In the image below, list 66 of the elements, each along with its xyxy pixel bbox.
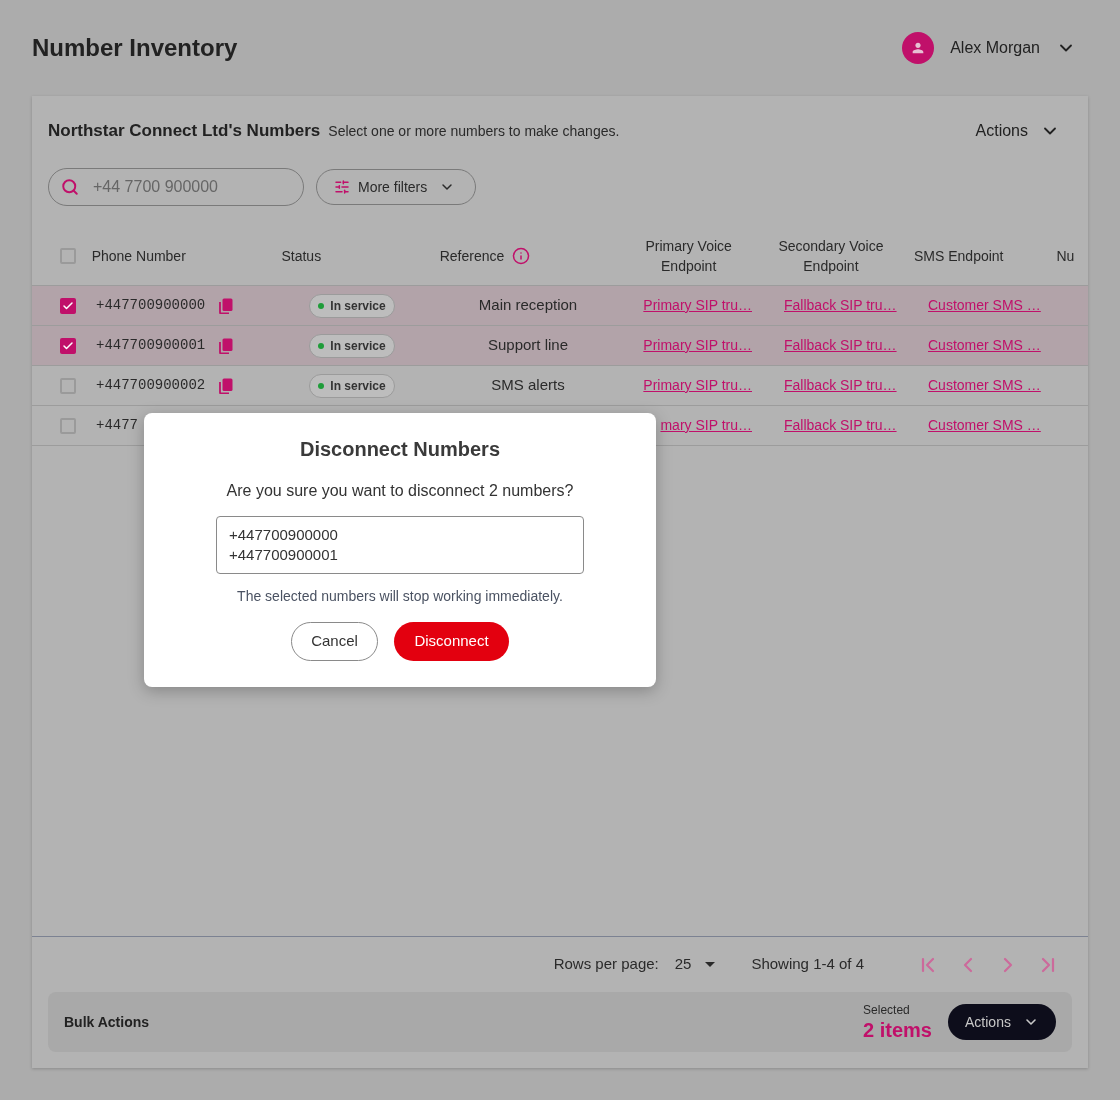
selected-count: 2 items	[863, 1018, 932, 1042]
row-checkbox[interactable]	[60, 297, 76, 314]
sms-endpoint-link[interactable]: Customer SMS …	[928, 295, 1041, 316]
primary-endpoint-link[interactable]: Primary SIP tru…	[643, 375, 752, 396]
phone-number: +447700900000	[96, 296, 206, 315]
phone-number: +4477	[96, 416, 138, 435]
copy-icon[interactable]	[219, 297, 234, 314]
page-title: Number Inventory	[32, 33, 238, 63]
search-icon	[61, 178, 79, 196]
search-field[interactable]: +44 7700 900000	[48, 168, 304, 206]
status-text: In service	[330, 297, 386, 315]
info-icon[interactable]	[512, 246, 531, 265]
rows-per-page-label: Rows per page:	[553, 954, 659, 975]
numbers-field: +447700900000 +447700900001	[216, 516, 584, 574]
selected-label: Selected	[863, 1002, 911, 1018]
sms-endpoint-link[interactable]: Customer SMS …	[928, 335, 1041, 356]
caret-icon	[705, 962, 716, 967]
disconnect-button[interactable]: Disconnect	[394, 622, 509, 661]
column-header: Secondary Voice Endpoint	[777, 236, 885, 276]
select-all-checkbox[interactable]	[60, 247, 76, 264]
table-row[interactable]: +447700900002 In service SMS alerts Primary SIP tru… Fallback SIP tru… Customer SMS …	[32, 366, 1088, 406]
row-checkbox[interactable]	[60, 337, 76, 354]
secondary-endpoint-link[interactable]: Fallback SIP tru…	[784, 295, 897, 316]
row-checkbox[interactable]	[60, 377, 76, 394]
panel-title: Northstar Connect Ltd's Numbers	[48, 120, 321, 142]
secondary-endpoint-link[interactable]: Fallback SIP tru…	[784, 415, 897, 436]
primary-endpoint-link[interactable]: Primary SIP tru…	[643, 295, 752, 316]
phone-number: +447700900001	[96, 336, 206, 355]
avatar-icon	[902, 32, 935, 64]
dialog-message: Are you sure you want to disconnect 2 numbers?	[226, 481, 574, 501]
sms-endpoint-link[interactable]: Customer SMS …	[928, 415, 1041, 436]
dialog-title: Disconnect Numbers	[299, 437, 501, 462]
secondary-endpoint-link[interactable]: Fallback SIP tru…	[784, 375, 897, 396]
row-checkbox[interactable]	[60, 417, 76, 434]
primary-endpoint-link[interactable]: Primary SIP tru…	[643, 335, 752, 356]
dialog-note: The selected numbers will stop working immediately.	[237, 587, 563, 606]
table-row[interactable]: +447700900000 In service Main reception Primary SIP tru… Fallback SIP tru… Customer SMS …	[32, 286, 1088, 326]
sms-endpoint-link[interactable]: Customer SMS …	[928, 375, 1041, 396]
check-icon	[62, 299, 74, 312]
column-header: Primary Voice Endpoint	[644, 236, 733, 276]
copy-icon[interactable]	[219, 337, 234, 354]
status-text: In service	[330, 377, 386, 395]
reference-text: Support line	[487, 335, 569, 356]
phone-number: +447700900002	[96, 376, 206, 395]
column-header: Reference	[439, 246, 505, 266]
actions-menu-button[interactable]: Actions	[975, 119, 1060, 143]
column-header: SMS Endpoint	[914, 246, 1004, 266]
panel-subtitle: Select one or more numbers to make changes.	[328, 122, 620, 141]
cancel-button[interactable]: Cancel	[291, 622, 378, 661]
column-header: Nu	[1056, 246, 1075, 266]
page-range-text: Showing 1-4 of 4	[751, 954, 864, 975]
primary-endpoint-link[interactable]: mary SIP tru…	[660, 415, 752, 436]
reference-text: Main reception	[478, 295, 578, 316]
reference-text: SMS alerts	[491, 375, 565, 396]
column-header: Phone Number	[91, 246, 186, 266]
column-header: Status	[281, 246, 322, 266]
rows-per-page-select[interactable]: 25	[674, 953, 716, 976]
bulk-actions-button[interactable]: Actions	[948, 1004, 1056, 1040]
secondary-endpoint-link[interactable]: Fallback SIP tru…	[784, 335, 897, 356]
bulk-actions-title: Bulk Actions	[64, 1012, 150, 1032]
user-menu-button[interactable]: Alex Morgan	[902, 32, 1076, 64]
table-row[interactable]: +447700900001 In service Support line Primary SIP tru… Fallback SIP tru… Customer SMS …	[32, 326, 1088, 366]
check-icon	[62, 339, 74, 352]
sliders-icon	[334, 179, 350, 195]
status-text: In service	[330, 337, 386, 355]
copy-icon[interactable]	[219, 377, 234, 394]
